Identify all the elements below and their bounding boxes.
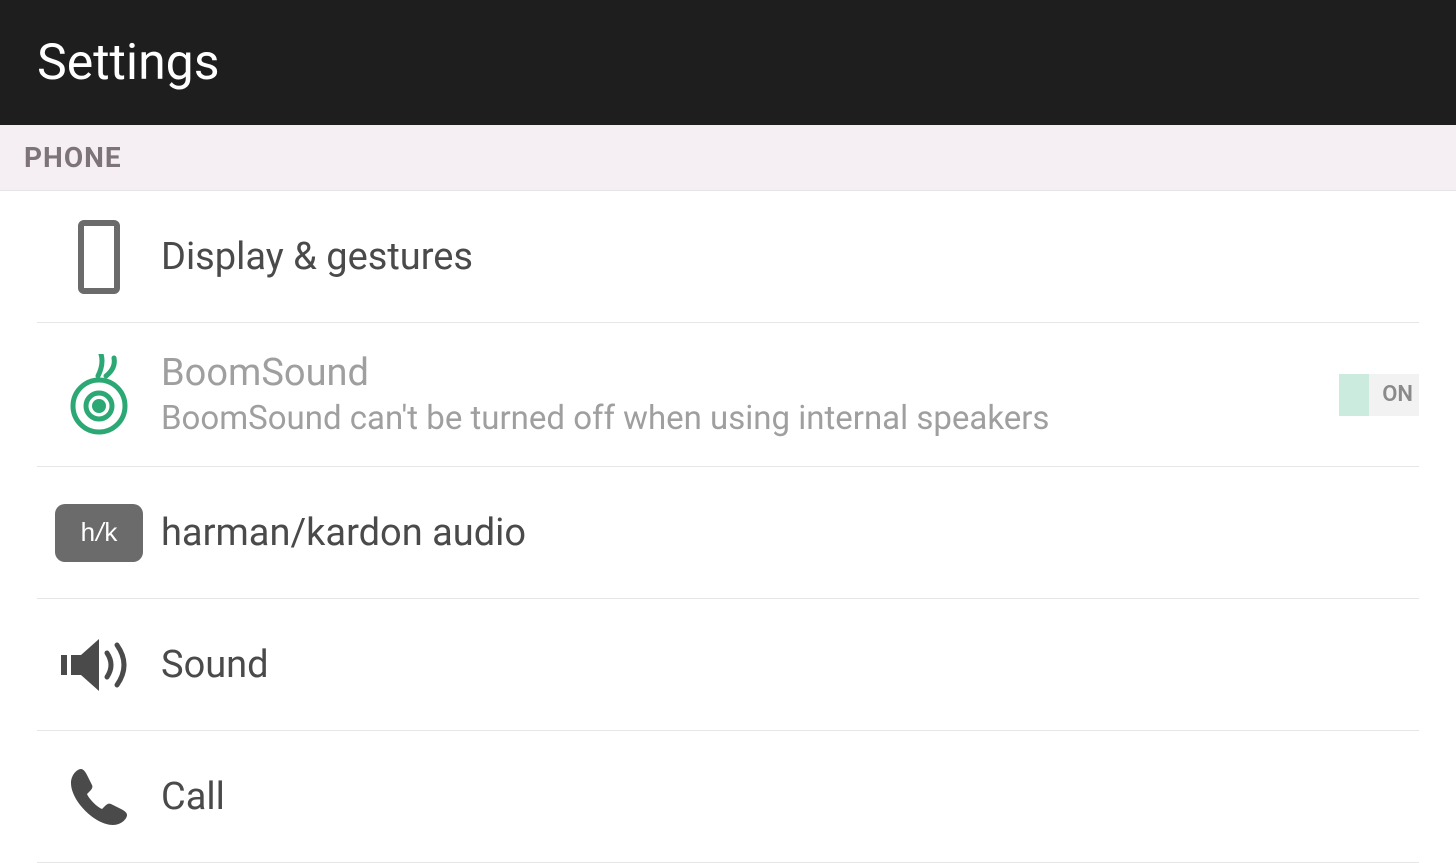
- settings-row-display-gestures[interactable]: Display & gestures: [37, 191, 1419, 323]
- harman-kardon-label: harman/kardon audio: [161, 511, 1419, 555]
- settings-row-sound[interactable]: Sound: [37, 599, 1419, 731]
- speaker-icon: [37, 635, 161, 695]
- phone-handset-icon: [37, 765, 161, 829]
- boomsound-toggle: ON: [1339, 374, 1419, 416]
- boomsound-subtitle: BoomSound can't be turned off when using…: [161, 399, 1339, 438]
- page-title: Settings: [37, 34, 220, 92]
- hk-badge-icon: h/k: [37, 504, 161, 562]
- section-header-phone: PHONE: [0, 125, 1456, 191]
- settings-row-call[interactable]: Call: [37, 731, 1419, 863]
- toggle-on-label: ON: [1382, 382, 1413, 407]
- phone-icon: [37, 220, 161, 294]
- app-header: Settings: [0, 0, 1456, 125]
- settings-row-boomsound: BoomSound BoomSound can't be turned off …: [37, 323, 1419, 467]
- display-gestures-label: Display & gestures: [161, 235, 1419, 279]
- boomsound-icon: [37, 354, 161, 436]
- settings-row-harman-kardon[interactable]: h/k harman/kardon audio: [37, 467, 1419, 599]
- boomsound-label: BoomSound: [161, 351, 1339, 395]
- sound-label: Sound: [161, 643, 1419, 687]
